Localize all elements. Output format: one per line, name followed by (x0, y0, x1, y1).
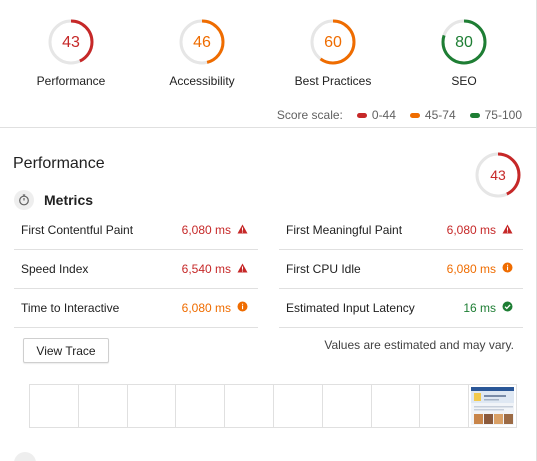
metric-value: 16 ms (463, 301, 496, 315)
metrics-header: Metrics (14, 190, 93, 210)
metric-first-contentful-paint: First Contentful Paint 6,080 ms (14, 211, 258, 250)
metric-value-group: 6,080 ms (182, 301, 248, 315)
metric-value: 6,080 ms (181, 301, 231, 315)
performance-section-score: 43 (490, 167, 506, 183)
scale-item-pass: 75-100 (469, 108, 522, 122)
gauge-performance-label: Performance (36, 74, 106, 88)
score-scale-label: Score scale: (276, 108, 343, 122)
gauge-seo[interactable]: 80 SEO (409, 18, 519, 88)
gauge-best-practices-score: 60 (324, 34, 342, 51)
metric-label: Time to Interactive (21, 301, 120, 315)
warning-triangle-icon (502, 223, 513, 237)
filmstrip-frame (321, 384, 371, 428)
gauge-performance[interactable]: 43 Performance (16, 18, 126, 88)
scale-average-swatch (409, 112, 420, 118)
metric-value-group: 6,080 ms (182, 223, 248, 237)
metric-first-cpu-idle: First CPU Idle 6,080 ms (279, 250, 523, 289)
filmstrip-frame (77, 384, 127, 428)
filmstrip-frame (175, 384, 225, 428)
filmstrip-frame (224, 384, 273, 428)
filmstrip-frame-loaded (468, 384, 517, 428)
metric-speed-index: Speed Index 6,540 ms (14, 250, 258, 289)
metric-label: First Meaningful Paint (286, 223, 403, 237)
check-circle-icon (502, 301, 513, 315)
gauge-seo-label: SEO (451, 74, 477, 88)
warning-triangle-icon (237, 262, 248, 276)
filmstrip-frame (272, 384, 322, 428)
gauge-accessibility-score: 46 (193, 34, 211, 51)
page-screenshot-thumbnail (471, 387, 514, 425)
metric-label: Estimated Input Latency (286, 301, 415, 315)
metric-first-meaningful-paint: First Meaningful Paint 6,080 ms (279, 211, 523, 250)
gauge-best-practices[interactable]: 60 Best Practices (278, 18, 388, 88)
filmstrip (29, 384, 517, 428)
metric-value-group: 6,080 ms (447, 262, 513, 276)
metric-value: 6,080 ms (181, 223, 231, 237)
gauge-accessibility[interactable]: 46 Accessibility (147, 18, 257, 88)
metric-value-group: 6,080 ms (447, 223, 513, 237)
scale-pass-text: 75-100 (484, 108, 522, 122)
gauge-accessibility-label: Accessibility (169, 74, 235, 88)
gauge-seo-score: 80 (455, 34, 473, 51)
scale-item-average: 45-74 (409, 108, 456, 122)
metric-value: 6,080 ms (446, 223, 496, 237)
stopwatch-icon (14, 190, 34, 210)
view-trace-button[interactable]: View Trace (23, 338, 109, 363)
metrics-title: Metrics (44, 192, 94, 208)
gauge-performance-score: 43 (62, 34, 80, 51)
filmstrip-frame (370, 384, 420, 428)
next-section-icon (14, 452, 36, 461)
category-gauges: 43 Performance 46 Accessibility 60 Best … (0, 0, 537, 100)
performance-section-title: Performance (13, 155, 105, 172)
metric-label: First Contentful Paint (21, 223, 134, 237)
scale-average-text: 45-74 (424, 108, 456, 122)
metric-label: Speed Index (21, 262, 89, 276)
lighthouse-report: 43 Performance 46 Accessibility 60 Best … (0, 0, 537, 461)
filmstrip-frame (419, 384, 469, 428)
scale-fail-text: 0-44 (371, 108, 396, 122)
warning-triangle-icon (237, 223, 248, 237)
metric-value-group: 16 ms (463, 301, 513, 315)
performance-section-gauge: 43 (474, 151, 522, 199)
score-scale-legend: Score scale: 0-44 45-74 75-100 (277, 108, 522, 122)
gauge-best-practices-label: Best Practices (294, 74, 372, 88)
metric-time-to-interactive: Time to Interactive 6,080 ms (14, 289, 258, 328)
metric-value: 6,540 ms (181, 262, 231, 276)
scale-item-fail: 0-44 (356, 108, 396, 122)
metric-label: First CPU Idle (286, 262, 361, 276)
metric-estimated-input-latency: Estimated Input Latency 16 ms (279, 289, 523, 328)
metric-value-group: 6,540 ms (182, 262, 248, 276)
info-circle-icon (502, 262, 513, 276)
estimate-note: Values are estimated and may vary. (324, 338, 514, 352)
scale-pass-swatch (469, 112, 480, 118)
metric-value: 6,080 ms (446, 262, 496, 276)
section-divider (0, 127, 536, 128)
scale-fail-swatch (356, 112, 367, 118)
info-circle-icon (237, 301, 248, 315)
filmstrip-frame (29, 384, 78, 428)
filmstrip-frame (126, 384, 176, 428)
